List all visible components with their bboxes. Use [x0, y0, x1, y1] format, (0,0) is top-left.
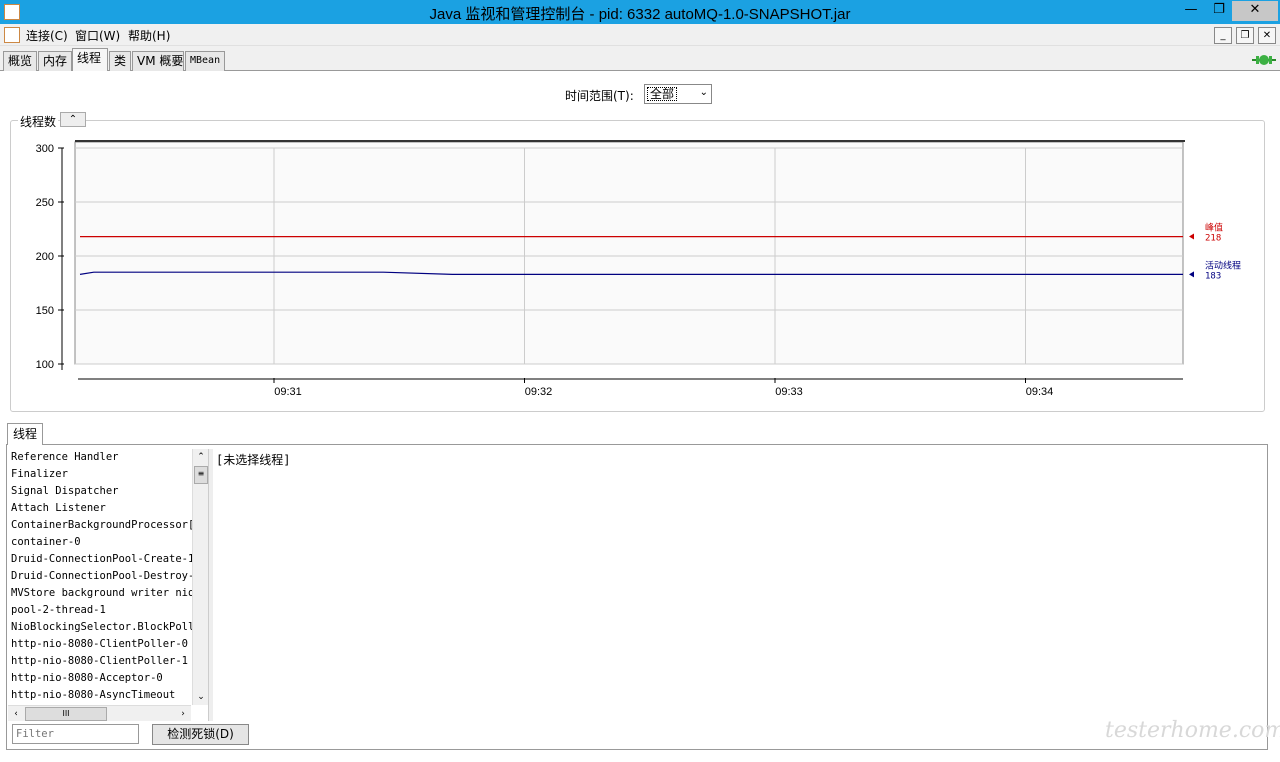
x-tick-label: 09:34 [1026, 386, 1054, 398]
thread-list-vscrollbar[interactable]: ⌃ ≡ ⌄ [192, 449, 208, 705]
legend-series-name: 活动线程 [1205, 259, 1241, 271]
scroll-up-icon[interactable]: ⌃ [193, 449, 209, 465]
thread-list-item[interactable]: http-nio-8080-AsyncTimeout [8, 687, 192, 704]
legend-series-name: 峰值 [1205, 222, 1223, 234]
y-tick-label: 100 [36, 359, 54, 371]
thread-list-item[interactable]: http-nio-8080-Acceptor-0 [8, 670, 192, 687]
detect-deadlock-button[interactable]: 检测死锁(D) [152, 724, 249, 745]
x-tick-label: 09:31 [274, 386, 302, 398]
thread-list-item[interactable]: pool-2-thread-1 [8, 602, 192, 619]
split-pane-divider[interactable] [208, 449, 213, 721]
thread-list-item[interactable]: MVStore background writer nio: [8, 585, 192, 602]
legend-series-value: 183 [1205, 271, 1221, 281]
filter-input[interactable] [12, 724, 139, 744]
thread-detail-text: [未选择线程] [216, 453, 291, 467]
thread-list-item[interactable]: Attach Listener [8, 500, 192, 517]
thread-list-item[interactable]: http-nio-8080-ClientPoller-0 [8, 636, 192, 653]
y-tick-label: 300 [36, 143, 54, 155]
thread-list[interactable]: Reference Handler Finalizer Signal Dispatc… [8, 449, 192, 705]
thread-list-item[interactable]: container-0 [8, 534, 192, 551]
thread-list-item[interactable]: Druid-ConnectionPool-Destroy-1 [8, 568, 192, 585]
x-tick-label: 09:32 [525, 386, 553, 398]
thread-list-hscrollbar[interactable]: ‹ III › [8, 705, 191, 721]
watermark: testerhome.com [1105, 718, 1280, 743]
thread-list-item[interactable]: NioBlockingSelector.BlockPolle [8, 619, 192, 636]
thread-list-item[interactable]: Signal Dispatcher [8, 483, 192, 500]
scroll-down-icon[interactable]: ⌄ [193, 689, 209, 705]
scroll-right-icon[interactable]: › [175, 706, 191, 722]
legend-series-value: 218 [1205, 234, 1221, 244]
scroll-thumb[interactable]: ≡ [194, 466, 208, 484]
y-tick-label: 250 [36, 197, 54, 209]
thread-list-item[interactable]: Druid-ConnectionPool-Create-18 [8, 551, 192, 568]
live-marker-icon [1189, 271, 1194, 278]
x-tick-label: 09:33 [775, 386, 803, 398]
y-tick-label: 150 [36, 305, 54, 317]
plot-area [74, 141, 1184, 365]
tab-thread-list[interactable]: 线程 [7, 423, 44, 445]
thread-list-item[interactable]: Reference Handler [8, 449, 192, 466]
thread-list-item[interactable]: ContainerBackgroundProcessor[S [8, 517, 192, 534]
scroll-left-icon[interactable]: ‹ [8, 706, 24, 722]
hscroll-thumb[interactable]: III [25, 707, 107, 721]
thread-list-item[interactable]: http-nio-8080-ClientPoller-1 [8, 653, 192, 670]
peak-marker-icon [1189, 233, 1194, 240]
thread-list-item[interactable]: Finalizer [8, 466, 192, 483]
y-tick-label: 200 [36, 251, 54, 263]
thread-count-chart: 300 250 200 150 100 09:31 09:32 09:33 09:34 峰值218… [36, 140, 1241, 398]
